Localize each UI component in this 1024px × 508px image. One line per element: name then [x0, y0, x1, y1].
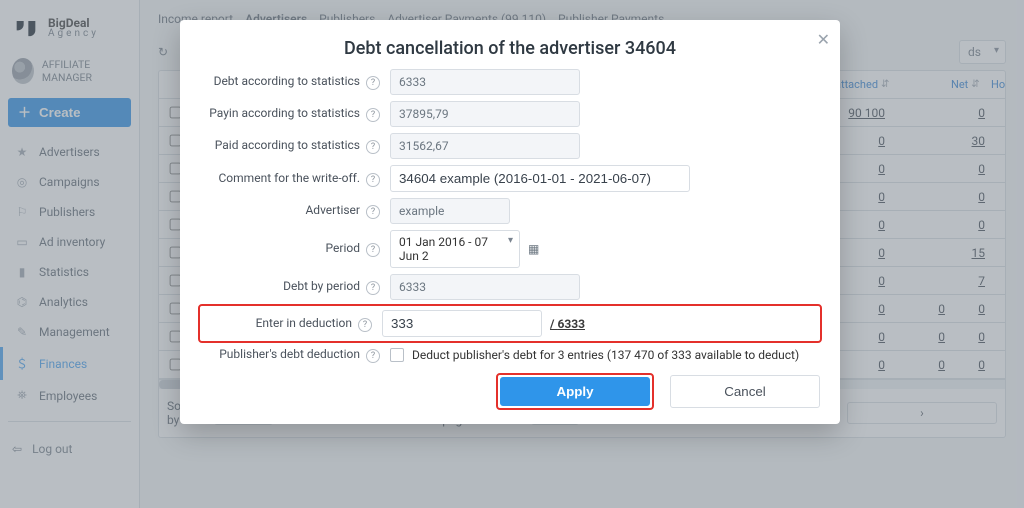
close-icon[interactable]: ✕: [817, 30, 830, 49]
label-payin-stats: Payin according to statistics: [209, 106, 360, 120]
pub-deduct-text: Deduct publisher's debt for 3 entries (1…: [412, 348, 799, 362]
pub-deduct-checkbox[interactable]: [390, 348, 404, 362]
help-icon[interactable]: ?: [366, 108, 380, 122]
help-icon[interactable]: ?: [366, 140, 380, 154]
apply-highlight: Apply: [498, 375, 652, 408]
help-icon[interactable]: ?: [366, 243, 380, 257]
value-debt-stats: 6333: [390, 69, 580, 95]
value-payin-stats: 37895,79: [390, 101, 580, 127]
label-advertiser: Advertiser: [305, 203, 360, 217]
deduction-outof: / 6333: [550, 317, 585, 331]
label-paid-stats: Paid according to statistics: [215, 138, 360, 152]
cancel-button[interactable]: Cancel: [670, 375, 820, 408]
calendar-icon[interactable]: ▦: [528, 242, 539, 256]
label-enter-deduction: Enter in deduction: [256, 316, 352, 330]
debt-cancel-modal: ✕ Debt cancellation of the advertiser 34…: [180, 20, 840, 424]
modal-title: Debt cancellation of the advertiser 3460…: [200, 38, 820, 59]
help-icon[interactable]: ?: [366, 205, 380, 219]
label-debt-stats: Debt according to statistics: [214, 74, 360, 88]
apply-button[interactable]: Apply: [500, 377, 650, 406]
help-icon[interactable]: ?: [366, 281, 380, 295]
value-advertiser: example: [390, 198, 510, 224]
label-comment: Comment for the write-off.: [219, 171, 361, 185]
period-select[interactable]: 01 Jan 2016 - 07 Jun 2: [390, 230, 520, 268]
label-period: Period: [326, 241, 360, 255]
label-debt-period: Debt by period: [283, 279, 360, 293]
help-icon[interactable]: ?: [366, 173, 380, 187]
value-paid-stats: 31562,67: [390, 133, 580, 159]
label-pub-deduct: Publisher's debt deduction: [219, 347, 360, 361]
value-debt-period: 6333: [390, 274, 580, 300]
help-icon[interactable]: ?: [358, 318, 372, 332]
comment-input[interactable]: [390, 165, 690, 192]
help-icon[interactable]: ?: [366, 349, 380, 363]
help-icon[interactable]: ?: [366, 76, 380, 90]
deduction-input[interactable]: [382, 310, 542, 337]
